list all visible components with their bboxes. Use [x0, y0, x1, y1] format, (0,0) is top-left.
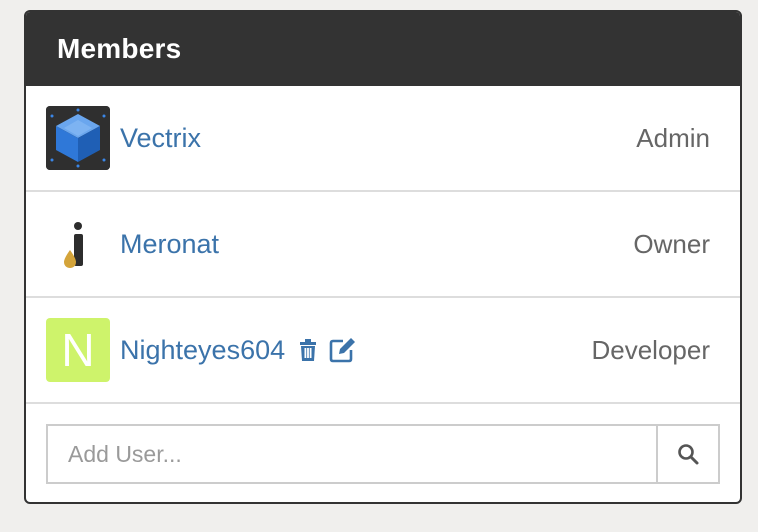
avatar [46, 212, 110, 276]
member-row: N Nighteyes604 Developer [26, 298, 740, 404]
search-icon [678, 444, 699, 465]
member-name-link[interactable]: Meronat [120, 192, 219, 296]
panel-title: Members [57, 33, 182, 64]
cube-icon [46, 106, 110, 170]
member-name-link[interactable]: Nighteyes604 [120, 335, 285, 366]
search-button[interactable] [656, 424, 720, 484]
add-user-group [46, 424, 720, 484]
member-name-link[interactable]: Vectrix [120, 86, 201, 190]
avatar [46, 106, 110, 170]
avatar: N [46, 318, 110, 382]
members-panel: Members Vectrix Admin Meronat Owner N Ni… [24, 10, 742, 504]
info-drop-icon [46, 212, 110, 276]
edit-icon[interactable] [329, 337, 356, 363]
panel-header: Members [26, 12, 740, 86]
avatar-letter: N [61, 324, 95, 376]
add-user-input[interactable] [46, 424, 656, 484]
member-role: Developer [591, 334, 710, 365]
member-row: Meronat Owner [26, 192, 740, 298]
member-role: Owner [633, 228, 710, 259]
member-row: Vectrix Admin [26, 86, 740, 192]
member-role: Admin [636, 122, 710, 153]
trash-icon[interactable] [295, 337, 321, 363]
member-name-group: Nighteyes604 [120, 298, 356, 402]
